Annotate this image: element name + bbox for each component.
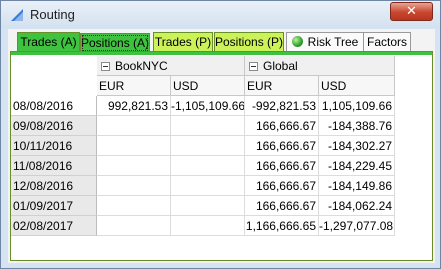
- group-label: BookNYC: [115, 59, 168, 73]
- collapse-minus-icon[interactable]: [101, 62, 110, 71]
- tab-label: Factors: [366, 35, 407, 49]
- column-header-eur[interactable]: EUR: [97, 76, 171, 96]
- value-cell[interactable]: 166,666.67: [245, 156, 319, 176]
- tab-factors[interactable]: Factors: [363, 32, 411, 52]
- positions-panel: BookNYC Global EUR USD EUR USD 08/08/201…: [10, 51, 433, 261]
- window-title: Routing: [30, 7, 75, 22]
- value-cell[interactable]: [171, 196, 245, 216]
- value-cell[interactable]: 1,105,109.66: [319, 96, 395, 116]
- value-cell[interactable]: -184,302.27: [319, 136, 395, 156]
- value-cell[interactable]: -184,229.45: [319, 156, 395, 176]
- tab-label: Positions (P): [215, 35, 284, 49]
- value-cell[interactable]: [171, 116, 245, 136]
- tab-positions-a[interactable]: Positions (A): [80, 33, 150, 53]
- value-cell[interactable]: -184,149.86: [319, 176, 395, 196]
- window-client: Trades (A) Positions (A) Trades (P) Posi…: [8, 29, 435, 263]
- value-cell[interactable]: [97, 176, 171, 196]
- grid-corner: [11, 56, 97, 96]
- collapse-minus-icon[interactable]: [249, 62, 258, 71]
- tab-positions-p[interactable]: Positions (P): [214, 32, 284, 52]
- value-cell[interactable]: -1,297,077.08: [319, 216, 395, 236]
- tab-label: Risk Tree: [307, 35, 359, 49]
- tab-trades-a[interactable]: Trades (A): [17, 32, 80, 52]
- green-ball-icon: [291, 36, 303, 47]
- tab-label: Positions (A): [81, 36, 150, 50]
- value-cell[interactable]: [97, 216, 171, 236]
- value-cell[interactable]: 992,821.53: [97, 96, 171, 116]
- value-cell[interactable]: 166,666.67: [245, 196, 319, 216]
- value-cell[interactable]: -184,388.76: [319, 116, 395, 136]
- group-header-booknyc[interactable]: BookNYC: [97, 56, 245, 76]
- row-header-date[interactable]: 09/08/2016: [11, 116, 97, 136]
- app-icon: [11, 9, 23, 21]
- tab-label: Trades (A): [20, 35, 77, 49]
- value-cell[interactable]: 166,666.67: [245, 136, 319, 156]
- value-cell[interactable]: -1,105,109.66: [171, 96, 245, 116]
- value-cell[interactable]: [97, 136, 171, 156]
- value-cell[interactable]: 1,166,666.65: [245, 216, 319, 236]
- group-header-global[interactable]: Global: [245, 56, 395, 76]
- value-cell[interactable]: 166,666.67: [245, 176, 319, 196]
- tab-label: Trades (P): [154, 35, 212, 49]
- close-button[interactable]: ✕: [390, 2, 433, 21]
- value-cell[interactable]: 166,666.67: [245, 116, 319, 136]
- title-bar[interactable]: Routing ✕: [1, 1, 440, 28]
- value-cell[interactable]: [97, 196, 171, 216]
- value-cell[interactable]: [171, 216, 245, 236]
- column-header-eur[interactable]: EUR: [245, 76, 319, 96]
- routing-window: Routing ✕ Trades (A) Positions (A) Trade…: [0, 0, 441, 269]
- group-label: Global: [263, 59, 298, 73]
- tab-risk-tree[interactable]: Risk Tree: [286, 32, 364, 52]
- row-header-date[interactable]: 12/08/2016: [11, 176, 97, 196]
- row-header-date[interactable]: 02/08/2017: [11, 216, 97, 236]
- column-header-usd[interactable]: USD: [319, 76, 395, 96]
- row-header-date[interactable]: 01/09/2017: [11, 196, 97, 216]
- value-cell[interactable]: [171, 176, 245, 196]
- column-header-usd[interactable]: USD: [171, 76, 245, 96]
- value-cell[interactable]: -184,062.24: [319, 196, 395, 216]
- tab-trades-p[interactable]: Trades (P): [153, 32, 213, 52]
- value-cell[interactable]: -992,821.53: [245, 96, 319, 116]
- value-cell[interactable]: [97, 156, 171, 176]
- value-cell[interactable]: [97, 116, 171, 136]
- row-header-date[interactable]: 08/08/2016: [11, 96, 97, 116]
- panel-accent-line: [11, 52, 432, 55]
- row-header-date[interactable]: 11/08/2016: [11, 156, 97, 176]
- value-cell[interactable]: [171, 156, 245, 176]
- row-header-date[interactable]: 10/11/2016: [11, 136, 97, 156]
- value-cell[interactable]: [171, 136, 245, 156]
